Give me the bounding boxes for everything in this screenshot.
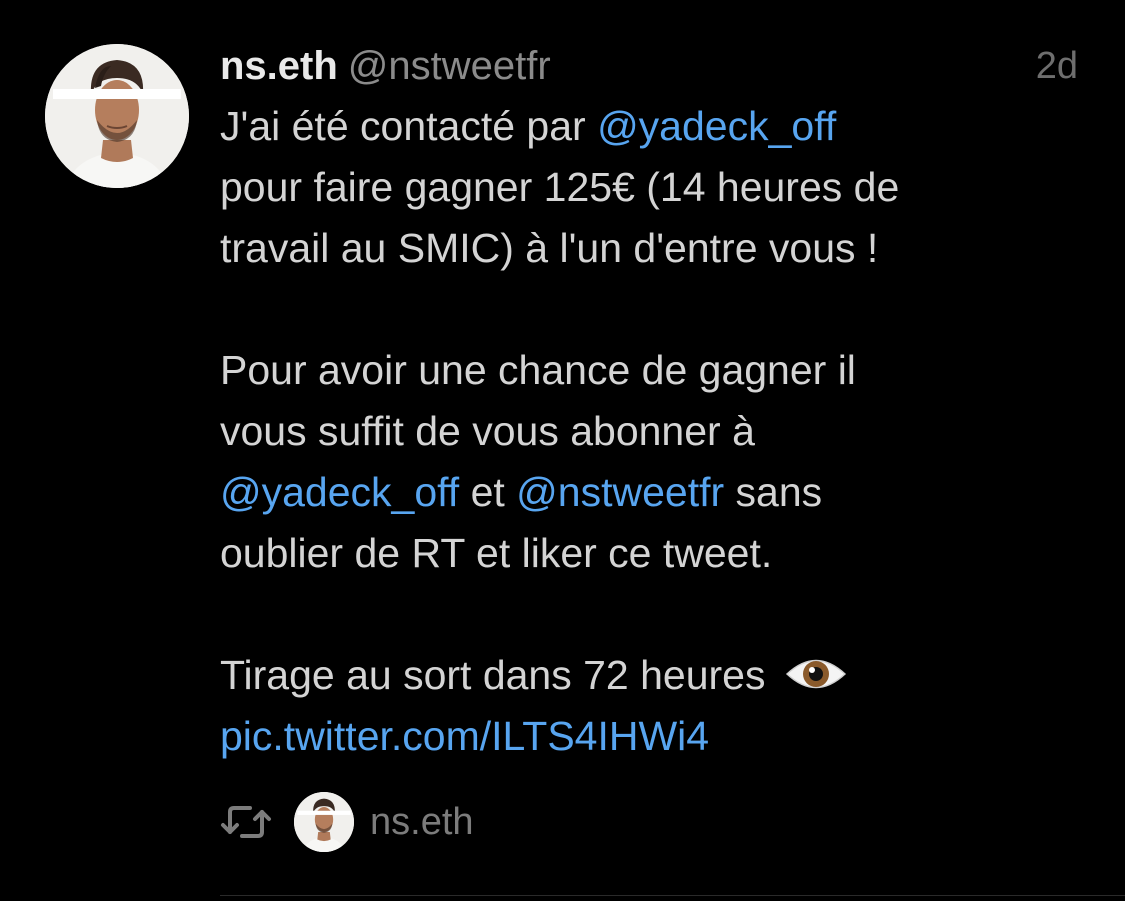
retweet-context[interactable]: ns.eth (220, 790, 474, 854)
eye-emoji-icon (785, 653, 847, 695)
profile-photo-icon (45, 44, 189, 188)
mention-link[interactable]: @nstweetfr (516, 469, 724, 515)
paragraph-break (220, 584, 1100, 645)
author-display-name[interactable]: ns.eth (220, 44, 338, 88)
tweet-line-5: vous suffit de vous abonner à (220, 408, 755, 454)
retweeter-avatar[interactable] (294, 792, 354, 852)
tweet-line-7: oublier de RT et liker ce tweet. (220, 530, 773, 576)
tweet-timestamp[interactable]: 2d (1036, 40, 1078, 92)
tweet-text-segment: sans (724, 469, 823, 515)
paragraph-break (220, 279, 1100, 340)
mention-link[interactable]: @yadeck_off (220, 469, 459, 515)
tweet-media-link[interactable]: pic.twitter.com/ILTS4IHWi4 (220, 706, 1100, 767)
tweet-text-segment: et (459, 469, 517, 515)
author-avatar[interactable] (45, 44, 189, 188)
retweeter-name[interactable]: ns.eth (370, 801, 474, 844)
author-handle[interactable]: @nstweetfr (348, 44, 551, 88)
tweet[interactable]: ns.eth @nstweetfr 2d J'ai été contacté pa… (0, 0, 1125, 901)
tweet-line-4: Pour avoir une chance de gagner il (220, 347, 856, 393)
mention-link[interactable]: @yadeck_off (597, 103, 836, 149)
tweet-text-segment: J'ai été contacté par (220, 103, 598, 149)
tweet-line-8: Tirage au sort dans 72 heures (220, 645, 1100, 706)
tweet-line-1: J'ai été contacté par @yadeck_off (220, 96, 1100, 157)
tweet-text-segment: Tirage au sort dans 72 heures (220, 652, 777, 698)
tweet-line-6: @yadeck_off et @nstweetfr sans (220, 462, 1100, 523)
tweet-text: J'ai été contacté par @yadeck_off pour f… (220, 96, 1100, 767)
retweet-icon (220, 802, 272, 842)
tweet-divider (220, 895, 1125, 896)
tweet-line-2: pour faire gagner 125€ (14 heures de (220, 164, 900, 210)
tweet-header: ns.eth @nstweetfr (220, 40, 551, 92)
tweet-line-3: travail au SMIC) à l'un d'entre vous ! (220, 225, 879, 271)
profile-photo-icon (294, 792, 354, 852)
